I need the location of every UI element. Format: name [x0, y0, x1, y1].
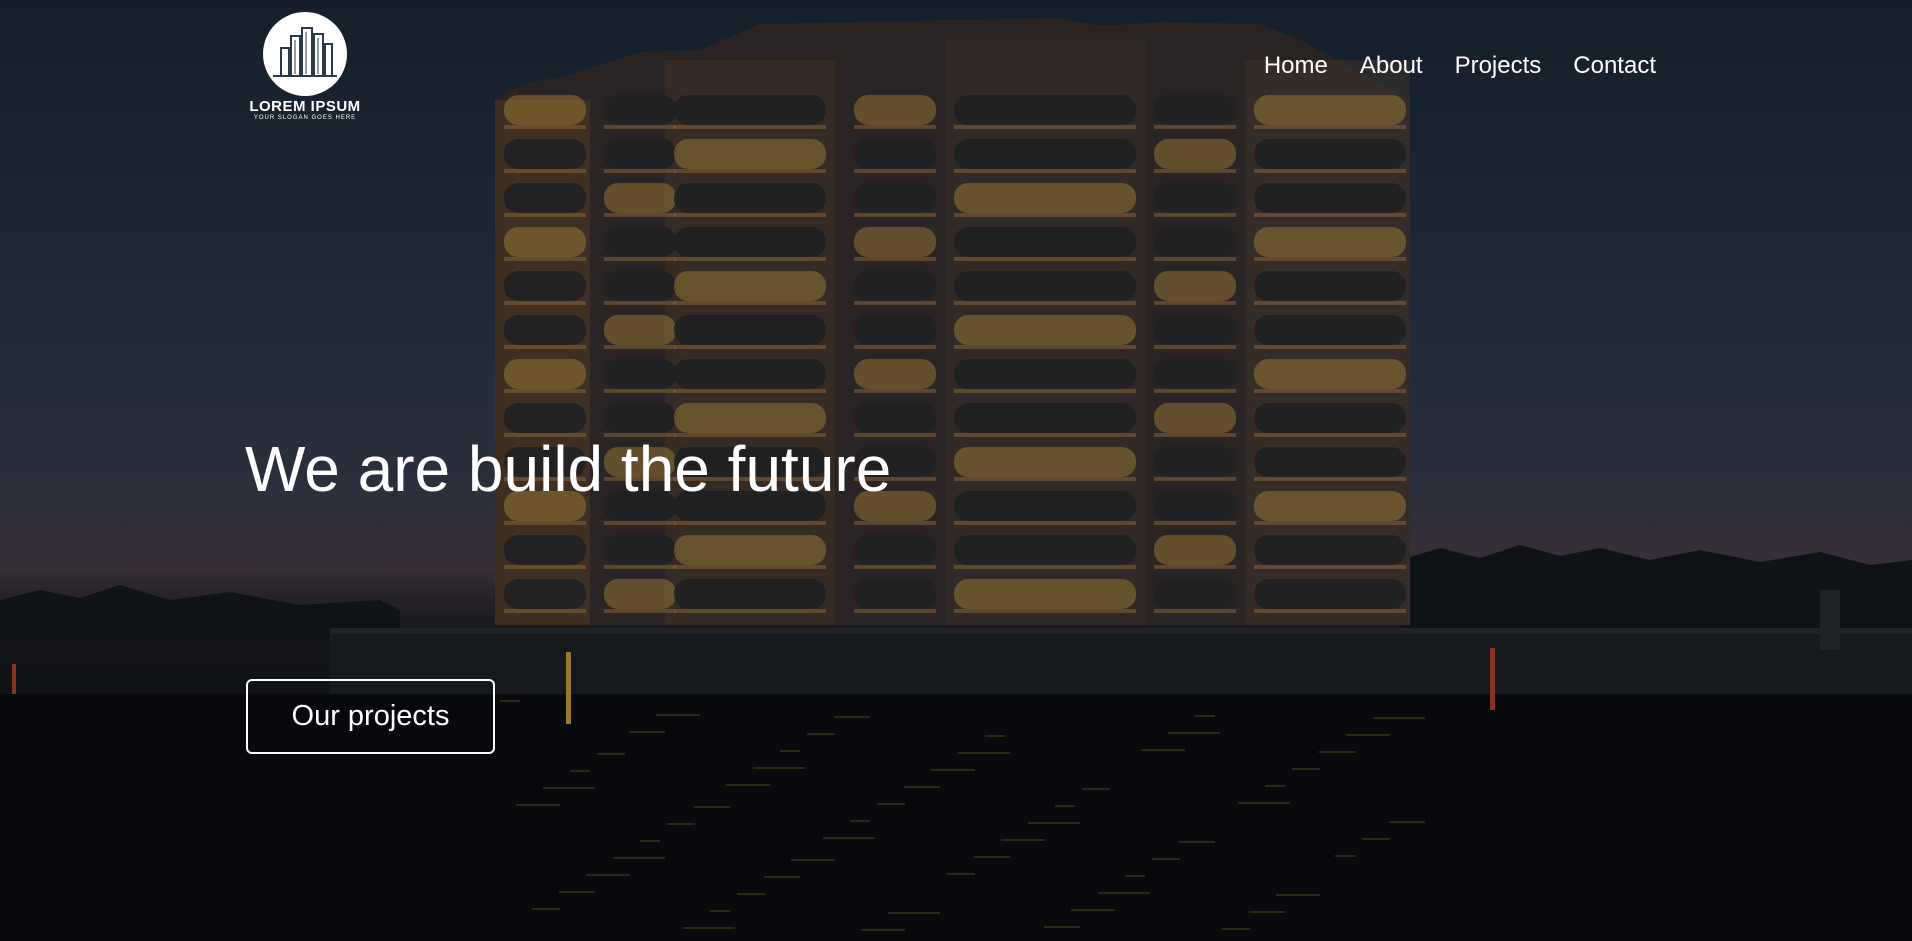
our-projects-button[interactable]: Our projects: [246, 679, 495, 754]
hero-section: LOREM IPSUM YOUR SLOGAN GOES HERE Home A…: [0, 0, 1912, 941]
nav-link-home[interactable]: Home: [1264, 52, 1328, 80]
hero-headline: We are build the future: [245, 433, 892, 505]
nav-link-about[interactable]: About: [1360, 52, 1423, 80]
logo[interactable]: LOREM IPSUM YOUR SLOGAN GOES HERE: [245, 12, 365, 121]
logo-slogan: YOUR SLOGAN GOES HERE: [253, 115, 357, 121]
nav-link-projects[interactable]: Projects: [1455, 52, 1542, 80]
main-nav: Home About Projects Contact: [1264, 52, 1656, 80]
nav-link-contact[interactable]: Contact: [1573, 52, 1656, 80]
buildings-icon: [263, 12, 347, 96]
logo-name: LOREM IPSUM: [249, 98, 361, 115]
